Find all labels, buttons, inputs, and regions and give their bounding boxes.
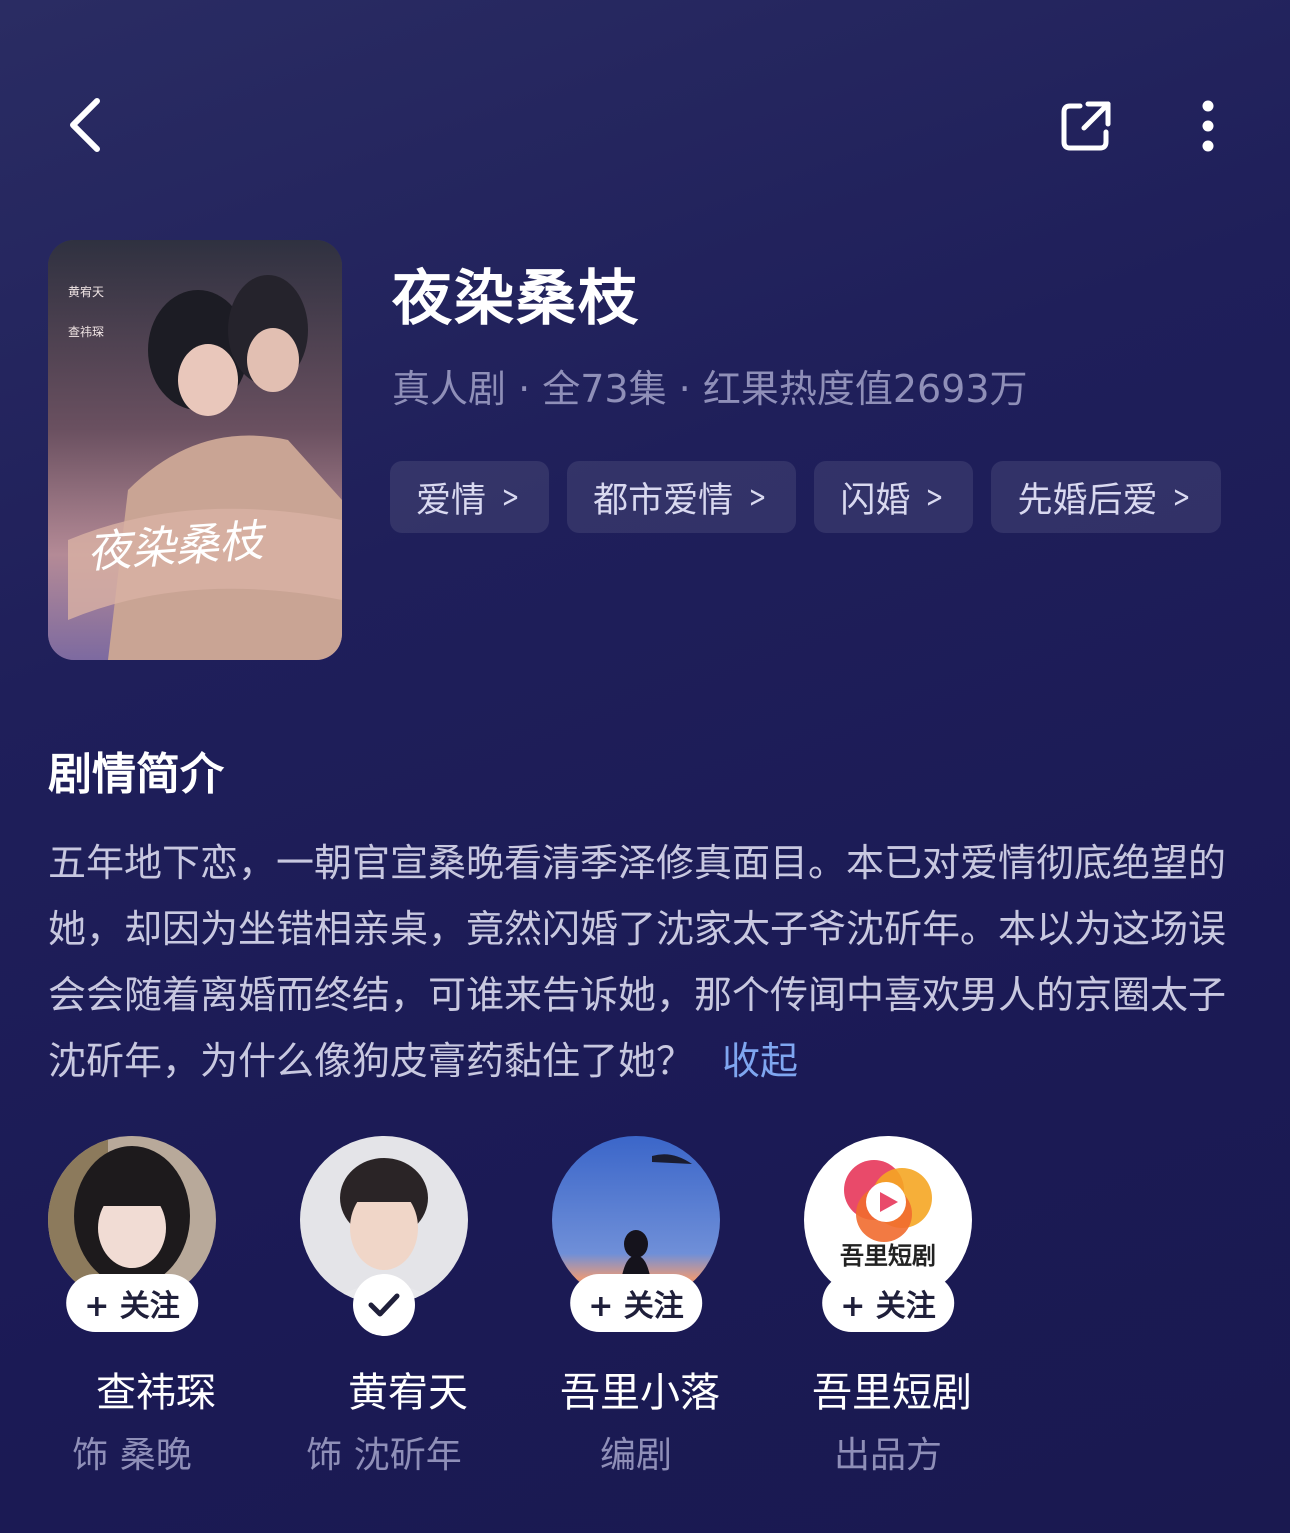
followed-check-button[interactable] [353,1274,415,1336]
poster-cast-2: 查祎琛 [68,325,104,339]
tag-romance[interactable]: 爱情 > [390,461,550,533]
person-card[interactable]: + 关注 查祎琛 饰 桑晚 [48,1136,216,1478]
chevron-right-icon: > [926,479,944,515]
person-name: 查祎琛 [96,1370,216,1416]
tag-label: 闪婚 [840,480,911,521]
tag-label: 都市爱情 [593,480,734,521]
chevron-left-icon [70,98,100,152]
person-name: 黄宥天 [348,1370,468,1416]
tag-urban-romance[interactable]: 都市爱情 > [567,461,797,533]
synopsis-heading: 剧情简介 [48,749,224,800]
person-role: 饰 沈斫年 [306,1435,462,1476]
tag-label: 爱情 [416,480,487,521]
more-button[interactable] [1172,90,1244,162]
back-button[interactable] [50,90,120,160]
drama-title: 夜染桑枝 [392,264,640,334]
tag-marriage-first[interactable]: 先婚后爱 > [991,461,1221,533]
synopsis-text: 五年地下恋，一朝官宣桑晚看清季泽修真面目。本已对爱情彻底绝望的她，却因为坐错相亲… [48,841,1227,1083]
synopsis-body: 五年地下恋，一朝官宣桑晚看清季泽修真面目。本已对爱情彻底绝望的她，却因为坐错相亲… [48,830,1248,1094]
producer-logo-text: 吾里短剧 [840,1242,936,1270]
person-name: 吾里短剧 [812,1370,972,1416]
more-vertical-icon [1202,100,1214,152]
tag-label: 先婚后爱 [1017,480,1158,521]
share-button[interactable] [1050,90,1122,162]
cast-crew-list: + 关注 查祎琛 饰 桑晚 黄宥天 饰 沈斫年 + 关注 吾里小落 编剧 吾里短… [48,1136,1056,1478]
person-role: 编剧 [599,1435,672,1476]
share-icon [1061,101,1111,151]
chevron-right-icon: > [748,479,767,515]
tag-flash-marriage[interactable]: 闪婚 > [814,461,974,533]
follow-button[interactable]: + 关注 [822,1274,954,1332]
person-role: 出品方 [833,1435,942,1476]
tag-list: 爱情 > 都市爱情 > 闪婚 > 先婚后爱 > [390,461,1221,533]
follow-button[interactable]: + 关注 [66,1274,198,1332]
chevron-right-icon: > [1173,479,1191,515]
poster-art: 黄宥天 查祎琛 夜染桑枝 [48,240,342,660]
person-role: 饰 桑晚 [72,1435,192,1476]
check-icon [368,1293,400,1317]
person-card[interactable]: + 关注 吾里小落 编剧 [552,1136,720,1478]
person-card[interactable]: 吾里短剧 + 关注 吾里短剧 出品方 [804,1136,972,1478]
collapse-link[interactable]: 收起 [722,1039,798,1083]
person-name: 吾里小落 [560,1370,720,1416]
person-card[interactable]: 黄宥天 饰 沈斫年 [300,1136,468,1478]
follow-button[interactable]: + 关注 [570,1274,702,1332]
chevron-right-icon: > [501,479,520,515]
drama-poster[interactable]: 黄宥天 查祎琛 夜染桑枝 [48,240,342,660]
drama-meta: 真人剧 · 全73集 · 红果热度值2693万 [392,367,1028,411]
poster-cast-1: 黄宥天 [68,284,104,299]
